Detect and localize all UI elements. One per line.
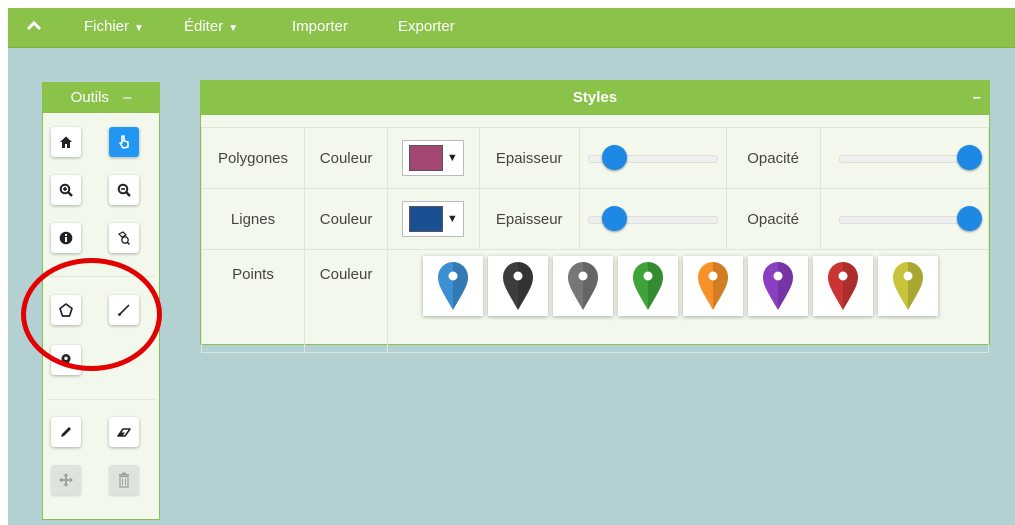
pan-button[interactable] <box>109 127 139 157</box>
slider-knob[interactable] <box>601 206 627 231</box>
eraser-icon <box>117 428 131 437</box>
pointer-hand-icon <box>119 135 129 149</box>
marker-color-option[interactable] <box>423 256 484 316</box>
marker-color-option[interactable] <box>683 256 744 316</box>
home-icon <box>60 136 72 148</box>
menu-fichier-label: Fichier <box>84 18 130 35</box>
line-thickness-slider[interactable] <box>587 206 718 232</box>
line-color-picker[interactable]: ▼ <box>402 201 465 237</box>
thickness-label: Epaisseur <box>478 188 580 250</box>
row-name: Lignes <box>201 188 305 250</box>
styles-panel-header: Styles – <box>201 81 989 115</box>
move-icon <box>59 473 73 487</box>
tools-panel-title: Outils <box>70 89 109 106</box>
slider-knob[interactable] <box>957 145 983 170</box>
home-button[interactable] <box>51 127 81 157</box>
map-marker-icon <box>698 262 729 310</box>
marker-color-option[interactable] <box>813 256 874 316</box>
tools-divider <box>47 399 155 400</box>
menu-fichier[interactable]: Fichier ▼ <box>84 8 144 47</box>
marker-picker <box>423 256 988 316</box>
pencil-icon <box>61 427 71 437</box>
chevron-up-icon[interactable] <box>26 8 42 47</box>
edit-button[interactable] <box>51 417 81 447</box>
move-button[interactable] <box>51 465 81 495</box>
map-area[interactable]: Fichier ▼ Éditer ▼ Importer Exporter Outil… <box>8 8 1015 525</box>
marker-color-option[interactable] <box>553 256 614 316</box>
highlight-circle <box>21 258 162 371</box>
row-name: Points <box>201 249 305 353</box>
query-button[interactable] <box>109 223 139 253</box>
styles-panel-minimize-button[interactable]: – <box>973 81 981 115</box>
slider-knob[interactable] <box>957 206 983 231</box>
marker-color-option[interactable] <box>878 256 939 316</box>
caret-down-icon: ▼ <box>446 213 458 225</box>
thickness-label: Epaisseur <box>478 127 580 189</box>
polygon-thickness-slider[interactable] <box>587 145 718 171</box>
color-swatch <box>408 145 443 171</box>
zoom-in-icon <box>59 183 73 197</box>
color-label: Couleur <box>303 188 389 250</box>
map-marker-icon <box>633 262 664 310</box>
menu-exporter[interactable]: Exporter <box>398 8 455 47</box>
styles-table: Polygones Couleur ▼ Epaisseur Opacité Li… <box>201 127 990 353</box>
caret-down-icon: ▼ <box>446 152 458 164</box>
style-row-lines: Lignes Couleur ▼ Epaisseur Opacité <box>201 188 990 250</box>
zoom-out-button[interactable] <box>109 175 139 205</box>
tools-panel-header: Outils – <box>43 83 159 113</box>
info-button[interactable] <box>51 223 81 253</box>
erase-button[interactable] <box>109 417 139 447</box>
caret-down-icon: ▼ <box>134 23 144 34</box>
caret-down-icon: ▼ <box>228 23 239 34</box>
marker-color-option[interactable] <box>618 256 679 316</box>
map-marker-icon <box>828 262 859 310</box>
map-marker-icon <box>503 262 534 310</box>
delete-button[interactable] <box>109 465 139 495</box>
query-icon <box>117 231 131 245</box>
menu-editer[interactable]: Éditer ▼ <box>184 8 238 47</box>
menu-bar: Fichier ▼ Éditer ▼ Importer Exporter <box>8 8 1015 48</box>
slider-knob[interactable] <box>601 145 627 170</box>
marker-color-option[interactable] <box>488 256 549 316</box>
map-marker-icon <box>763 262 794 310</box>
menu-editer-label: Éditer <box>184 18 224 35</box>
trash-icon <box>119 472 129 488</box>
style-row-points: Points Couleur <box>201 249 989 353</box>
row-name: Polygones <box>201 127 305 189</box>
map-marker-icon <box>568 262 599 310</box>
opacity-label: Opacité <box>725 127 821 189</box>
styles-panel-title: Styles <box>572 89 618 106</box>
color-label: Couleur <box>303 127 389 189</box>
tools-panel-minimize-button[interactable]: – <box>123 89 131 106</box>
marker-color-option[interactable] <box>748 256 809 316</box>
menu-importer[interactable]: Importer <box>292 8 348 47</box>
zoom-out-icon <box>117 183 131 197</box>
style-row-polygons: Polygones Couleur ▼ Epaisseur Opacité <box>201 127 990 189</box>
color-swatch <box>408 206 443 232</box>
map-marker-icon <box>438 262 469 310</box>
color-label: Couleur <box>303 249 389 353</box>
zoom-in-button[interactable] <box>51 175 81 205</box>
line-opacity-slider[interactable] <box>839 206 983 232</box>
polygon-opacity-slider[interactable] <box>839 145 983 171</box>
info-icon <box>59 231 73 245</box>
polygon-color-picker[interactable]: ▼ <box>402 140 465 176</box>
styles-panel: Styles – Polygones Couleur ▼ Epaisseur O… <box>200 80 990 353</box>
map-marker-icon <box>893 262 924 310</box>
opacity-label: Opacité <box>725 188 821 250</box>
